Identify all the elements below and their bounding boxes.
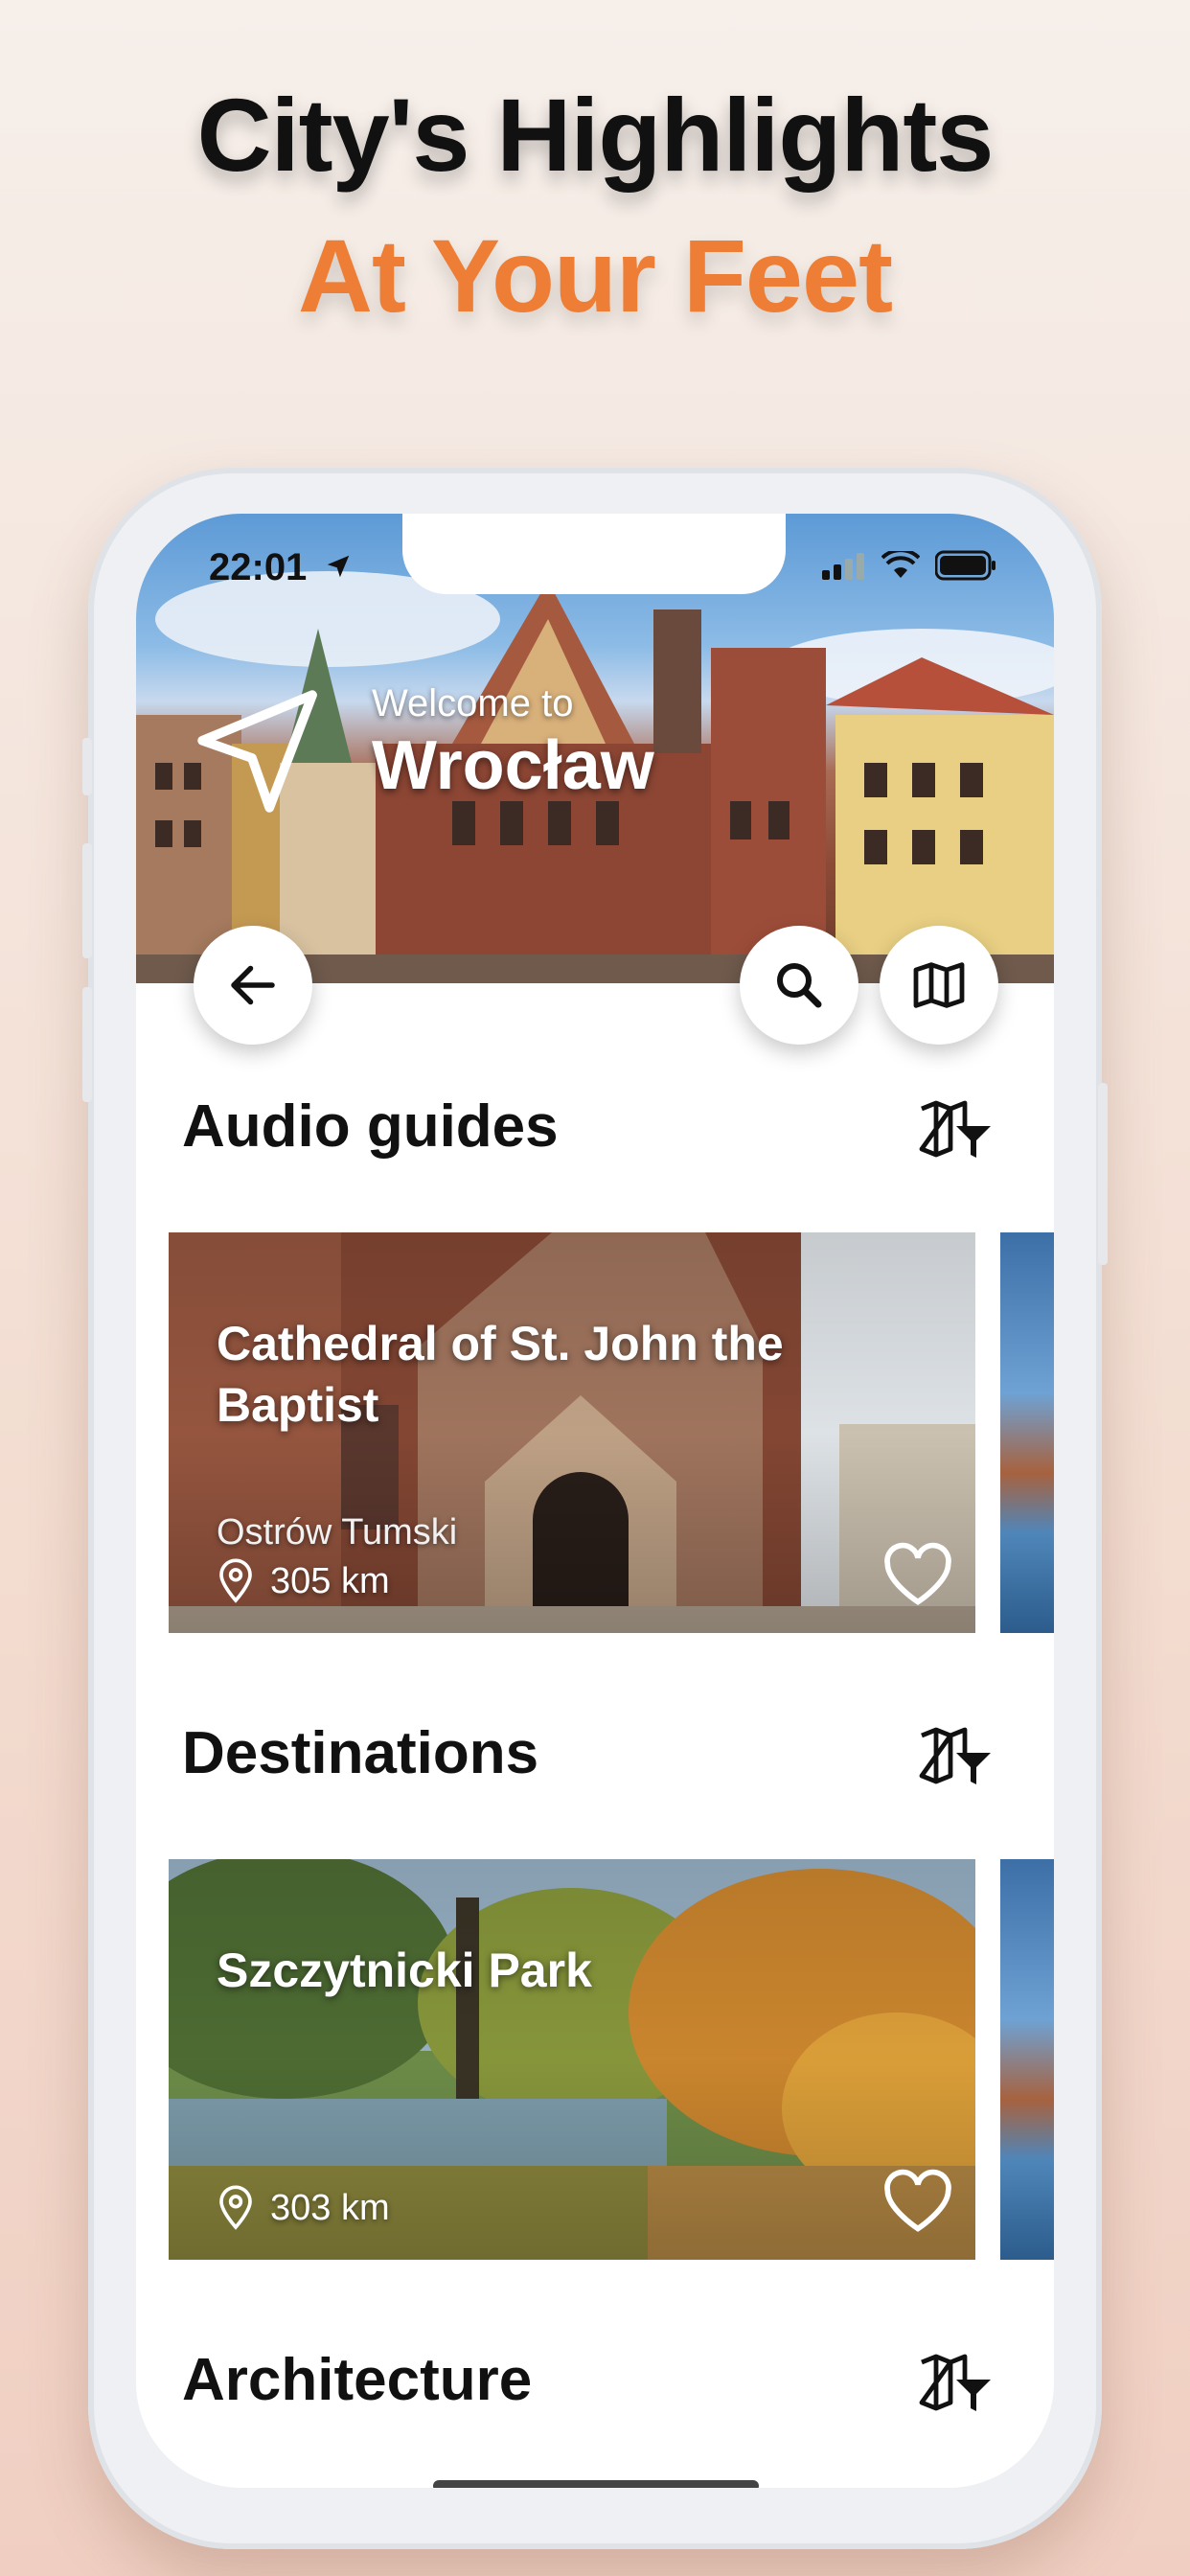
status-icons <box>820 550 996 581</box>
audio-guide-card[interactable]: Cathedral of St. John the Baptist Ostrów… <box>169 1232 975 1633</box>
hero-banner: 22:01 Welcome to Wrocław <box>136 514 1054 983</box>
distance-value: 303 km <box>270 2187 390 2228</box>
map-icon <box>913 962 965 1008</box>
next-card-peek[interactable] <box>1000 1859 1054 2260</box>
location-arrow-icon <box>197 690 317 813</box>
promo-subheadline: At Your Feet <box>297 218 893 334</box>
location-pin-icon <box>219 1558 252 1603</box>
cellular-signal-icon <box>822 553 864 580</box>
phone-power-button <box>1098 1083 1108 1265</box>
heart-icon[interactable] <box>881 2168 954 2235</box>
card-distance: 303 km <box>217 2185 390 2231</box>
destination-card[interactable]: Szczytnicki Park 303 km <box>169 1859 975 2260</box>
card-distance: 305 km <box>217 1558 390 1604</box>
status-time: 22:01 <box>209 546 308 588</box>
back-button[interactable] <box>194 926 312 1045</box>
next-card-peek[interactable] <box>1000 1232 1054 1633</box>
wifi-icon <box>881 551 920 578</box>
arrow-left-icon <box>231 965 275 1005</box>
section-title-architecture: Architecture <box>182 2347 533 2413</box>
phone-notch <box>402 514 786 594</box>
search-button[interactable] <box>740 926 858 1045</box>
location-services-icon <box>327 555 350 578</box>
section-title-audio-guides: Audio guides <box>182 1093 559 1160</box>
card-title: Cathedral of St. John the Baptist <box>217 1317 784 1432</box>
phone-volume-down-button <box>82 987 92 1102</box>
battery-icon <box>935 550 995 581</box>
map-filter-icon[interactable] <box>916 2346 996 2419</box>
distance-value: 305 km <box>270 1560 390 1601</box>
card-subtitle: Ostrów Tumski <box>217 1512 458 1552</box>
search-icon <box>777 963 822 1008</box>
section-title-destinations: Destinations <box>182 1720 539 1786</box>
phone-mute-button <box>82 738 92 795</box>
card-title: Szczytnicki Park <box>217 1944 592 1997</box>
map-filter-icon[interactable] <box>916 1719 996 1792</box>
location-pin-icon <box>219 2185 252 2230</box>
app-screen: 22:01 Welcome to Wrocław Audio guides Ca… <box>136 514 1054 2488</box>
welcome-label: Welcome to <box>372 682 574 724</box>
city-name: Wrocław <box>372 727 654 804</box>
heart-icon[interactable] <box>881 1541 954 1608</box>
map-filter-icon[interactable] <box>916 1092 996 1165</box>
promo-headline: City's Highlights <box>196 77 995 193</box>
home-indicator[interactable] <box>433 2480 759 2488</box>
map-button[interactable] <box>880 926 998 1045</box>
phone-volume-up-button <box>82 843 92 958</box>
